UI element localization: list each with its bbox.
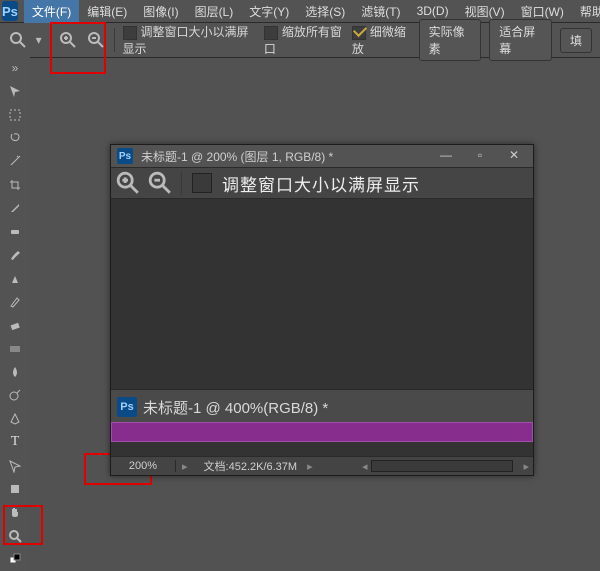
pen-tool-icon[interactable] — [2, 407, 28, 430]
resize-windows-label: 调整窗口大小以满屏显示 — [123, 25, 249, 56]
doc-resize-label: 调整窗口大小以满屏显示 — [222, 171, 420, 196]
fit-screen-button[interactable]: 适合屏幕 — [489, 19, 552, 61]
maximize-button[interactable]: ▫ — [467, 148, 493, 164]
divider — [181, 171, 182, 195]
collapse-icon[interactable]: » — [2, 56, 28, 79]
doc-zoom-in-icon[interactable] — [113, 168, 144, 199]
menu-file[interactable]: 文件(F) — [24, 0, 79, 23]
actual-pixels-button[interactable]: 实际像素 — [419, 19, 482, 61]
document-canvas[interactable]: Ps 未标题-1 @ 400%(RGB/8) * — [111, 199, 533, 456]
fill-screen-button[interactable]: 填 — [560, 28, 592, 53]
menu-type[interactable]: 文字(Y) — [241, 0, 297, 23]
scroll-left-icon[interactable]: ◂ — [358, 460, 372, 473]
status-bar: 200% ▸ 文档:452.2K/6.37M ▸ ◂ ▸ — [111, 456, 533, 475]
divider — [114, 28, 115, 52]
zoom-current-icon — [8, 29, 28, 51]
dropdown-arrow-icon[interactable]: ▾ — [36, 33, 42, 47]
zoom-out-icon[interactable] — [86, 29, 106, 51]
ps-mini-icon: Ps — [117, 397, 137, 417]
eyedropper-tool-icon[interactable] — [2, 196, 28, 219]
close-button[interactable]: ✕ — [501, 148, 527, 164]
app-logo: Ps — [2, 1, 18, 21]
eraser-tool-icon[interactable] — [2, 313, 28, 336]
ps-mini-icon: Ps — [117, 148, 133, 164]
scrubby-checkbox[interactable]: 细微缩放 — [352, 23, 411, 57]
horizontal-scrollbar[interactable] — [371, 460, 513, 472]
clone-tool-icon[interactable] — [2, 267, 28, 290]
resize-windows-checkbox[interactable]: 调整窗口大小以满屏显示 — [123, 23, 256, 57]
shape-tool-icon[interactable] — [2, 477, 28, 500]
tool-strip: » T — [0, 56, 30, 571]
zoom-tool-icon[interactable] — [2, 524, 28, 547]
menu-3d[interactable]: 3D(D) — [409, 1, 457, 21]
hand-tool-icon[interactable] — [2, 501, 28, 524]
divider — [50, 28, 51, 52]
lasso-tool-icon[interactable] — [2, 126, 28, 149]
dodge-tool-icon[interactable] — [2, 384, 28, 407]
options-bar: ▾ 调整窗口大小以满屏显示 缩放所有窗口 细微缩放 实际像素 适合屏幕 填 — [0, 23, 600, 58]
blur-tool-icon[interactable] — [2, 360, 28, 383]
status-menu-arrow-icon[interactable]: ▸ — [307, 460, 313, 473]
crop-tool-icon[interactable] — [2, 173, 28, 196]
type-tool-icon[interactable]: T — [2, 431, 28, 454]
heal-tool-icon[interactable] — [2, 220, 28, 243]
path-tool-icon[interactable] — [2, 454, 28, 477]
marquee-tool-icon[interactable] — [2, 103, 28, 126]
menu-filter[interactable]: 滤镜(T) — [353, 0, 408, 23]
move-tool-icon[interactable] — [2, 79, 28, 102]
menu-image[interactable]: 图像(I) — [135, 0, 186, 23]
status-arrow-icon[interactable]: ▸ — [176, 460, 194, 473]
zoom-all-checkbox[interactable]: 缩放所有窗口 — [264, 23, 344, 57]
menu-help[interactable]: 帮助(H) — [572, 0, 600, 23]
menu-select[interactable]: 选择(S) — [297, 0, 353, 23]
menu-edit[interactable]: 编辑(E) — [79, 0, 135, 23]
nested-document-tab[interactable]: Ps 未标题-1 @ 400%(RGB/8) * — [111, 389, 533, 424]
zoom-in-icon[interactable] — [58, 29, 78, 51]
document-titlebar[interactable]: Ps 未标题-1 @ 200% (图层 1, RGB/8) * — ▫ ✕ — [111, 145, 533, 167]
doc-resize-checkbox[interactable] — [192, 173, 212, 193]
status-doc-size: 文档:452.2K/6.37M — [194, 458, 308, 474]
document-title: 未标题-1 @ 200% (图层 1, RGB/8) * — [141, 148, 425, 165]
brush-tool-icon[interactable] — [2, 243, 28, 266]
scroll-right-icon[interactable]: ▸ — [519, 460, 533, 473]
gradient-tool-icon[interactable] — [2, 337, 28, 360]
swap-colors-icon[interactable] — [2, 548, 28, 571]
canvas-content — [111, 422, 533, 442]
zoom-level-input[interactable]: 200% — [111, 460, 176, 472]
document-options-strip: 调整窗口大小以满屏显示 — [111, 167, 533, 199]
menu-layer[interactable]: 图层(L) — [187, 0, 242, 23]
nested-document-title: 未标题-1 @ 400%(RGB/8) * — [143, 397, 328, 418]
minimize-button[interactable]: — — [433, 148, 459, 164]
history-brush-icon[interactable] — [2, 290, 28, 313]
document-window: Ps 未标题-1 @ 200% (图层 1, RGB/8) * — ▫ ✕ 调整… — [110, 144, 534, 476]
doc-zoom-out-icon[interactable] — [145, 168, 176, 199]
wand-tool-icon[interactable] — [2, 150, 28, 173]
